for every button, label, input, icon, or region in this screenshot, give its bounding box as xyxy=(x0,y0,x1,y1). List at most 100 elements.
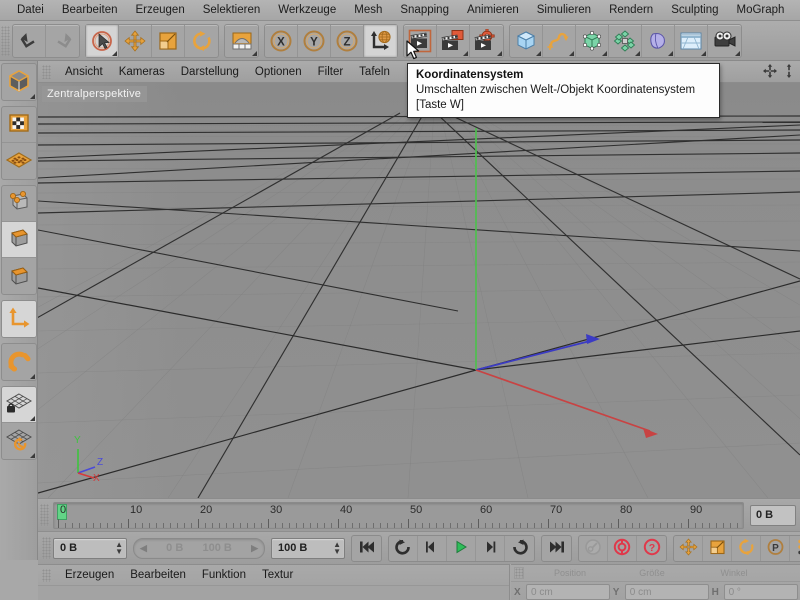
edges-mode-button[interactable] xyxy=(1,222,36,258)
step-forward-button[interactable] xyxy=(476,535,505,561)
x-axis-lock-button[interactable]: X xyxy=(265,24,298,57)
key-rotation-button[interactable] xyxy=(732,535,761,561)
timeline-tick-minor xyxy=(597,522,598,528)
menu-item-rendern[interactable]: Rendern xyxy=(600,2,662,18)
toolbar-grip[interactable] xyxy=(1,25,10,56)
viewport-3d-stage[interactable]: Zentralperspektive Y Z X xyxy=(38,83,800,498)
stepper-arrows[interactable]: ▲ ▼ xyxy=(115,541,123,556)
stepper-arrows[interactable]: ▲ ▼ xyxy=(333,541,341,556)
spline-button[interactable] xyxy=(543,24,576,57)
preview-range-field[interactable]: ◀ 0 B 100 B ▶ xyxy=(133,537,265,559)
menu-item-animieren[interactable]: Animieren xyxy=(458,2,528,18)
workplane-button[interactable] xyxy=(225,25,258,57)
grid-lock-button[interactable] xyxy=(1,387,36,423)
environment-button[interactable] xyxy=(675,24,708,57)
points-mode-icon xyxy=(5,189,33,218)
z-axis-lock-button[interactable]: Z xyxy=(331,24,364,57)
coordinates-grip[interactable] xyxy=(514,567,524,579)
viewport-menu-grip[interactable] xyxy=(42,64,51,79)
nurbs-button[interactable] xyxy=(576,24,609,57)
next-keyframe-button[interactable] xyxy=(505,536,534,561)
flyout-corner xyxy=(668,50,673,56)
menu-item-sculpting[interactable]: Sculpting xyxy=(662,2,727,18)
viewport-camera-label: Zentralperspektive xyxy=(42,86,148,102)
viewport-menu-ansicht[interactable]: Ansicht xyxy=(57,64,111,80)
material-menu-funktion[interactable]: Funktion xyxy=(194,567,254,583)
deformer-button[interactable] xyxy=(642,24,675,57)
menu-item-mograph[interactable]: MoGraph xyxy=(728,2,794,18)
timeline-ruler[interactable]: 0102030405060708090100 xyxy=(53,501,744,529)
range-left-arrow[interactable]: ◀ xyxy=(140,543,147,554)
coord-label-size-x: Y xyxy=(612,586,620,598)
polygons-mode-button[interactable] xyxy=(2,258,36,294)
keyframe-help-button[interactable]: ? xyxy=(637,536,666,561)
timeline-label: 50 xyxy=(410,503,423,516)
previous-keyframe-button[interactable] xyxy=(389,535,418,561)
transport-group-start xyxy=(351,534,382,562)
workplane-mode-button[interactable] xyxy=(2,143,36,179)
coord-field-position-x[interactable]: 0 cm xyxy=(526,584,610,600)
redo-button[interactable] xyxy=(46,25,79,57)
y-axis-lock-button[interactable]: Y xyxy=(298,24,331,57)
record-button[interactable] xyxy=(608,535,637,561)
go-to-start-button[interactable] xyxy=(352,536,381,561)
material-menu-textur[interactable]: Textur xyxy=(254,567,301,583)
render-settings-button[interactable] xyxy=(470,25,503,57)
document-end-field[interactable]: 100 B ▲ ▼ xyxy=(271,537,345,559)
coordinate-system-button[interactable] xyxy=(364,24,397,57)
timeline-tick-minor xyxy=(471,522,472,528)
menu-item-datei[interactable]: Datei xyxy=(8,2,53,18)
live-selection-button[interactable] xyxy=(86,24,119,57)
viewport-menu-darstellung[interactable]: Darstellung xyxy=(173,64,247,80)
timeline-end-field[interactable]: 0 B xyxy=(750,504,796,526)
coord-field-size-x[interactable]: 0 cm xyxy=(624,584,709,600)
menu-item-mesh[interactable]: Mesh xyxy=(345,2,391,18)
menu-item-simulieren[interactable]: Simulieren xyxy=(528,2,600,18)
zoom-view-icon[interactable] xyxy=(782,64,796,81)
transport-group-end xyxy=(541,534,572,562)
viewport-menu-filter[interactable]: Filter xyxy=(310,64,352,80)
axis-mode-button[interactable] xyxy=(1,301,36,337)
material-list[interactable] xyxy=(38,586,509,600)
material-menu-erzeugen[interactable]: Erzeugen xyxy=(57,567,122,583)
points-mode-button[interactable] xyxy=(1,186,36,222)
viewport-menu-kameras[interactable]: Kameras xyxy=(111,64,173,80)
key-parameter-button[interactable]: P xyxy=(761,535,790,561)
current-frame-field[interactable]: 0 B ▲ ▼ xyxy=(53,537,127,559)
menu-item-erzeugen[interactable]: Erzeugen xyxy=(126,2,193,18)
undo-button[interactable] xyxy=(13,24,46,57)
key-point-button[interactable] xyxy=(790,536,800,561)
snap-magnet-button[interactable] xyxy=(2,344,36,380)
step-back-button[interactable] xyxy=(418,535,447,561)
menu-item-charakter[interactable]: Charak xyxy=(793,2,800,18)
key-position-button[interactable] xyxy=(674,535,703,561)
menu-item-bearbeiten[interactable]: Bearbeiten xyxy=(53,2,127,18)
material-menu-bearbeiten[interactable]: Bearbeiten xyxy=(122,567,194,583)
array-button[interactable] xyxy=(609,24,642,57)
key-scale-button[interactable] xyxy=(703,535,732,561)
timeline-grip[interactable] xyxy=(40,504,49,526)
range-right-arrow[interactable]: ▶ xyxy=(251,543,258,554)
pan-view-icon[interactable] xyxy=(763,64,777,81)
make-editable-button[interactable] xyxy=(2,64,36,100)
go-to-end-button[interactable] xyxy=(542,536,571,561)
move-button[interactable] xyxy=(119,24,152,57)
scale-button[interactable] xyxy=(152,24,185,57)
left-group-convert xyxy=(0,63,37,101)
autokey-button[interactable] xyxy=(579,535,608,561)
play-button[interactable] xyxy=(447,535,476,561)
material-menu-grip[interactable] xyxy=(42,568,51,582)
menu-item-werkzeuge[interactable]: Werkzeuge xyxy=(269,2,345,18)
rotate-button[interactable] xyxy=(185,25,218,57)
viewport-menu-optionen[interactable]: Optionen xyxy=(247,64,310,80)
menu-item-snapping[interactable]: Snapping xyxy=(391,2,458,18)
coord-field-rotation-h[interactable]: 0 ° xyxy=(723,584,799,600)
camera-button[interactable] xyxy=(708,25,741,57)
viewport-menu-tafeln[interactable]: Tafeln xyxy=(351,64,398,80)
transport-grip[interactable] xyxy=(42,537,51,559)
texture-mode-button[interactable] xyxy=(1,107,36,143)
workplane-rotate-button[interactable] xyxy=(2,423,36,459)
cube-primitive-button[interactable] xyxy=(510,24,543,57)
render-region-button[interactable] xyxy=(437,24,470,57)
menu-item-selektieren[interactable]: Selektieren xyxy=(194,2,270,18)
